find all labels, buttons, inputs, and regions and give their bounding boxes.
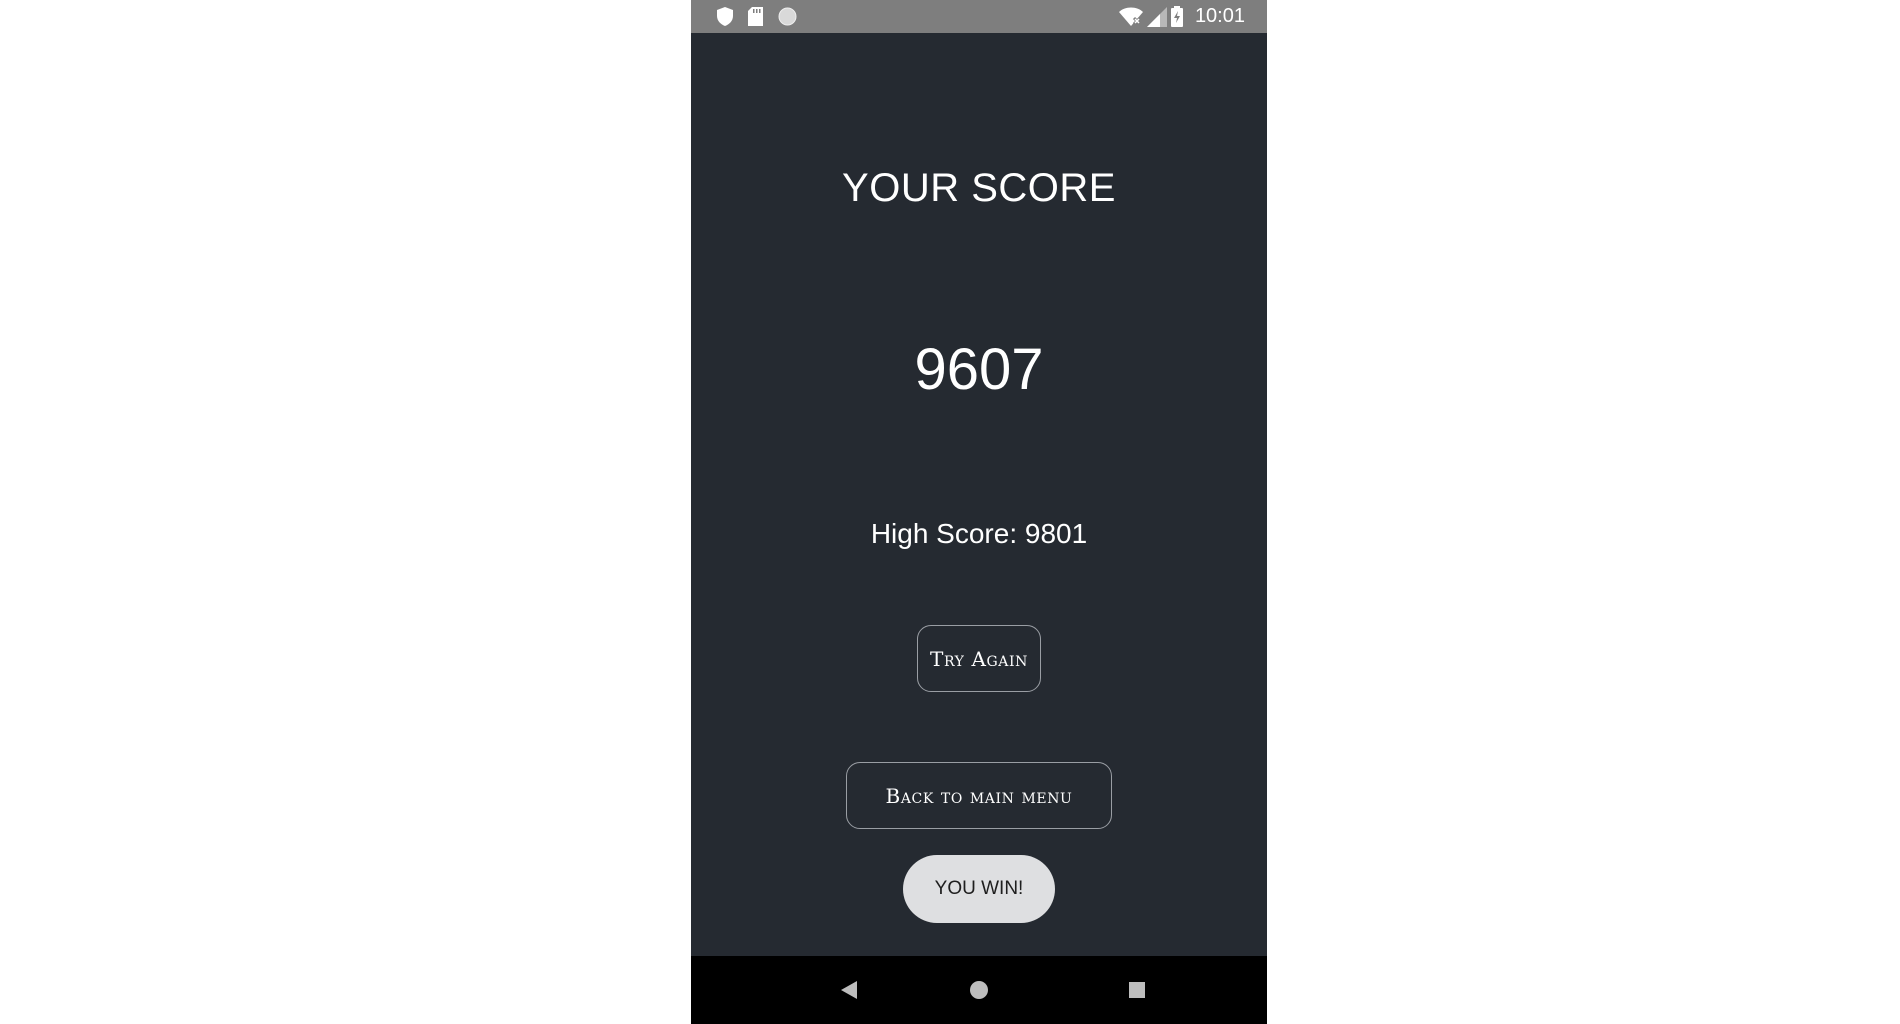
back-to-main-menu-button[interactable]: Back to main menu <box>846 762 1112 829</box>
home-icon <box>969 980 989 1000</box>
score-title: YOUR SCORE <box>842 166 1116 210</box>
wifi-off-icon <box>1118 7 1143 27</box>
nav-back-button[interactable] <box>819 956 879 1024</box>
circle-icon <box>778 7 797 26</box>
phone-screen: 10:01 YOUR SCORE 9607 High Score: 9801 T… <box>691 0 1267 1024</box>
signal-icon <box>1146 6 1167 27</box>
status-right-icons: 10:01 <box>1118 5 1245 28</box>
recent-apps-icon <box>1128 981 1146 999</box>
shield-icon <box>717 7 733 26</box>
high-score-text: High Score: 9801 <box>870 518 1088 549</box>
back-icon <box>840 980 858 1000</box>
status-left-icons <box>717 7 797 26</box>
try-again-button[interactable]: Try Again <box>917 625 1041 692</box>
status-clock: 10:01 <box>1194 5 1245 27</box>
score-value: 9607 <box>914 337 1044 402</box>
nav-home-button[interactable] <box>949 956 1009 1024</box>
navigation-bar <box>691 956 1267 1024</box>
status-bar: 10:01 <box>691 0 1267 33</box>
battery-charging-icon <box>1170 6 1183 27</box>
you-win-button[interactable]: YOU WIN! <box>903 855 1055 923</box>
sd-card-icon <box>748 7 763 26</box>
nav-recent-apps-button[interactable] <box>1107 956 1167 1024</box>
